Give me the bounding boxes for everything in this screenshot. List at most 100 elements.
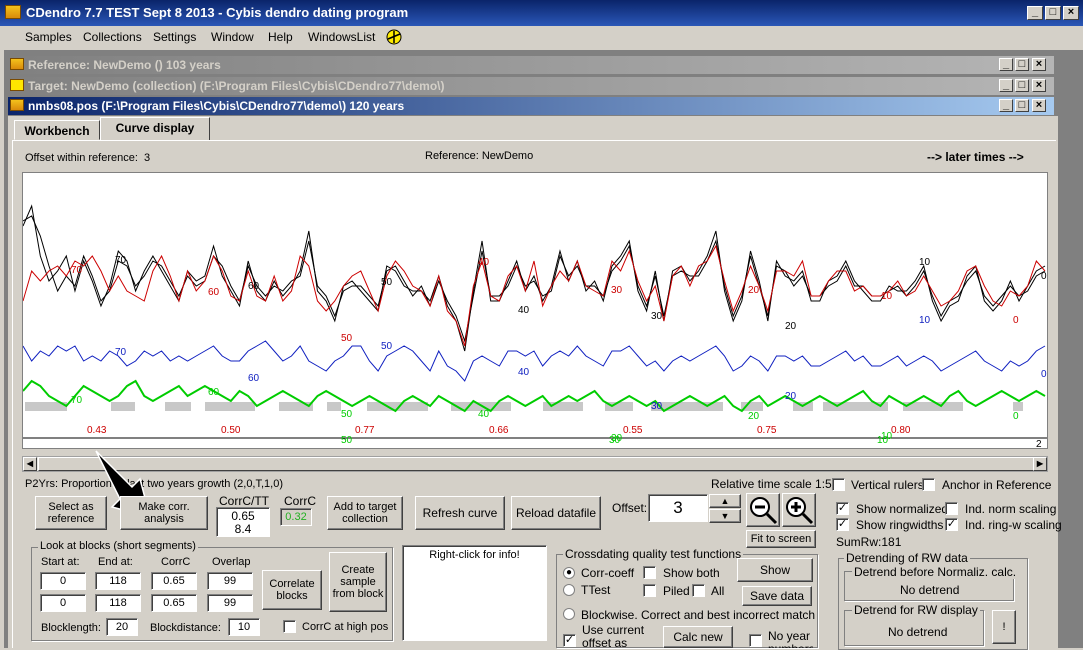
menu-settings[interactable]: Settings bbox=[153, 30, 196, 44]
end-at-label: End at: bbox=[98, 556, 133, 568]
detrend-info-button[interactable]: ! bbox=[992, 610, 1016, 644]
all-checkbox[interactable] bbox=[692, 584, 705, 597]
start-at-label: Start at: bbox=[41, 556, 80, 568]
start-at-field-1[interactable]: 0 bbox=[40, 572, 86, 590]
menu-window[interactable]: Window bbox=[211, 30, 254, 44]
corr-coeff-radio[interactable]: ● bbox=[563, 567, 575, 579]
scroll-thumb[interactable] bbox=[38, 457, 1034, 471]
show-both-checkbox[interactable] bbox=[643, 566, 656, 579]
minimize-icon[interactable]: _ bbox=[1027, 6, 1043, 20]
close-icon[interactable]: × bbox=[1032, 79, 1046, 92]
end-at-field-1[interactable]: 118 bbox=[95, 572, 141, 590]
vertical-rulers-checkbox[interactable] bbox=[832, 478, 845, 491]
blocks-title: Look at blocks (short segments) bbox=[38, 540, 198, 552]
offset-up-button[interactable]: ▲ bbox=[709, 494, 741, 508]
decade-label: 10 bbox=[881, 291, 893, 302]
menu-windowslist[interactable]: WindowsList bbox=[308, 30, 375, 44]
calc-new-button[interactable]: Calc new bbox=[663, 626, 733, 648]
tab-curve-display[interactable]: Curve display bbox=[100, 117, 210, 141]
end-at-field-2[interactable]: 118 bbox=[95, 594, 141, 612]
start-at-field-2[interactable]: 0 bbox=[40, 594, 86, 612]
quality-title: Crossdating quality test functions bbox=[563, 547, 744, 561]
corrc-high-checkbox[interactable] bbox=[283, 620, 296, 633]
blockwise-radio[interactable] bbox=[563, 608, 575, 620]
blockdistance-field[interactable]: 10 bbox=[228, 618, 260, 636]
detrend-before-value[interactable]: No detrend bbox=[900, 583, 959, 597]
decade-label: 70 bbox=[115, 255, 127, 266]
close-icon[interactable]: × bbox=[1032, 99, 1046, 112]
series-line-3 bbox=[23, 340, 1046, 382]
zoom-in-button[interactable] bbox=[782, 493, 816, 527]
save-data-button[interactable]: Save data bbox=[742, 586, 812, 606]
add-target-collection-button[interactable]: Add to target collection bbox=[327, 496, 403, 530]
corrc-field: 0.32 bbox=[280, 508, 312, 526]
decade-label: 70 bbox=[71, 265, 83, 276]
close-icon[interactable]: × bbox=[1032, 58, 1046, 71]
detrend-before-label: Detrend before Normaliz. calc. bbox=[852, 565, 1019, 579]
maximize-icon[interactable]: □ bbox=[1045, 6, 1061, 20]
ttest-radio[interactable] bbox=[563, 584, 575, 596]
block-corr-label: 0.43 bbox=[87, 425, 107, 436]
maximize-icon[interactable]: □ bbox=[1015, 99, 1029, 112]
sample-window-title[interactable]: nmbs08.pos (F:\Program Files\Cybis\CDend… bbox=[8, 97, 1054, 115]
ind-norm-scaling-checkbox[interactable] bbox=[945, 502, 958, 515]
use-current-checkbox[interactable]: ✓ bbox=[563, 634, 576, 647]
no-year-checkbox[interactable] bbox=[749, 634, 762, 647]
decade-label: 50 bbox=[341, 409, 353, 420]
minimize-icon[interactable]: _ bbox=[999, 99, 1013, 112]
refresh-curve-button[interactable]: Refresh curve bbox=[415, 496, 505, 530]
app-icon bbox=[5, 5, 21, 19]
fit-to-screen-button[interactable]: Fit to screen bbox=[746, 530, 816, 548]
tab-workbench[interactable]: Workbench bbox=[14, 120, 100, 140]
minimize-icon[interactable]: _ bbox=[999, 79, 1013, 92]
menu-help[interactable]: Help bbox=[268, 30, 293, 44]
no-year-label: No year numbers bbox=[768, 630, 813, 648]
blockdistance-label: Blockdistance: bbox=[150, 622, 221, 634]
menu-collections[interactable]: Collections bbox=[83, 30, 142, 44]
decade-label: 30 bbox=[651, 311, 663, 322]
decade-label: 0 bbox=[1041, 271, 1047, 282]
corrc-tt-field: 0.65 8.4 bbox=[216, 507, 270, 537]
menu-samples[interactable]: Samples bbox=[25, 30, 72, 44]
offset-down-button[interactable]: ▼ bbox=[709, 509, 741, 523]
reload-datafile-button[interactable]: Reload datafile bbox=[511, 496, 601, 530]
select-reference-button[interactable]: Select as reference bbox=[35, 496, 107, 530]
down-arrow-icon: ▼ bbox=[720, 511, 730, 521]
scroll-left-icon[interactable]: ◀ bbox=[23, 457, 37, 471]
piled-checkbox[interactable] bbox=[643, 584, 656, 597]
curve-chart[interactable]: 70 60 50 40 30 20 10 0 70 60 50 40 30 20 10 0 70 60 50 40 30… bbox=[22, 172, 1048, 449]
info-box[interactable]: Right-click for info! bbox=[402, 545, 547, 641]
zoom-out-button[interactable] bbox=[746, 493, 780, 527]
detrend-display-value[interactable]: No detrend bbox=[888, 625, 947, 639]
blocklength-field[interactable]: 20 bbox=[106, 618, 138, 636]
reference-window-title[interactable]: Reference: NewDemo () 103 years _ □ × bbox=[8, 56, 1054, 74]
decade-label: 50 bbox=[381, 341, 393, 352]
maximize-icon[interactable]: □ bbox=[1015, 58, 1029, 71]
close-icon[interactable]: × bbox=[1063, 6, 1079, 20]
decade-label: 0 bbox=[1013, 315, 1019, 326]
ind-ring-scaling-checkbox[interactable]: ✓ bbox=[945, 518, 958, 531]
minimize-icon[interactable]: _ bbox=[999, 58, 1013, 71]
maximize-icon[interactable]: □ bbox=[1015, 79, 1029, 92]
anchor-reference-label: Anchor in Reference bbox=[942, 478, 1052, 492]
vertical-rulers-label: Vertical rulers bbox=[851, 478, 924, 492]
decade-label: 0 bbox=[1013, 411, 1019, 422]
create-sample-button[interactable]: Create sample from block bbox=[329, 552, 387, 612]
show-both-label: Show both bbox=[663, 566, 720, 580]
target-window-label: Target: NewDemo (collection) (F:\Program… bbox=[28, 79, 445, 93]
show-normalized-checkbox[interactable]: ✓ bbox=[836, 502, 849, 515]
target-window-title[interactable]: Target: NewDemo (collection) (F:\Program… bbox=[8, 77, 1054, 95]
show-button[interactable]: Show bbox=[737, 558, 813, 582]
horizontal-scrollbar[interactable]: ◀ ▶ bbox=[22, 456, 1048, 472]
run-icon[interactable] bbox=[384, 28, 404, 46]
decade-label: 60 bbox=[208, 387, 220, 398]
offset-field[interactable]: 3 bbox=[648, 494, 708, 522]
correlate-blocks-button[interactable]: Correlate blocks bbox=[262, 570, 322, 610]
anchor-reference-checkbox[interactable] bbox=[922, 478, 935, 491]
make-corr-analysis-button[interactable]: Make corr. analysis bbox=[120, 496, 208, 530]
ind-norm-scaling-label: Ind. norm scaling bbox=[965, 502, 1057, 516]
scroll-right-icon[interactable]: ▶ bbox=[1033, 457, 1047, 471]
block-marker bbox=[205, 402, 255, 411]
later-times-label: --> later times --> bbox=[927, 150, 1024, 164]
show-ringwidths-checkbox[interactable]: ✓ bbox=[836, 518, 849, 531]
